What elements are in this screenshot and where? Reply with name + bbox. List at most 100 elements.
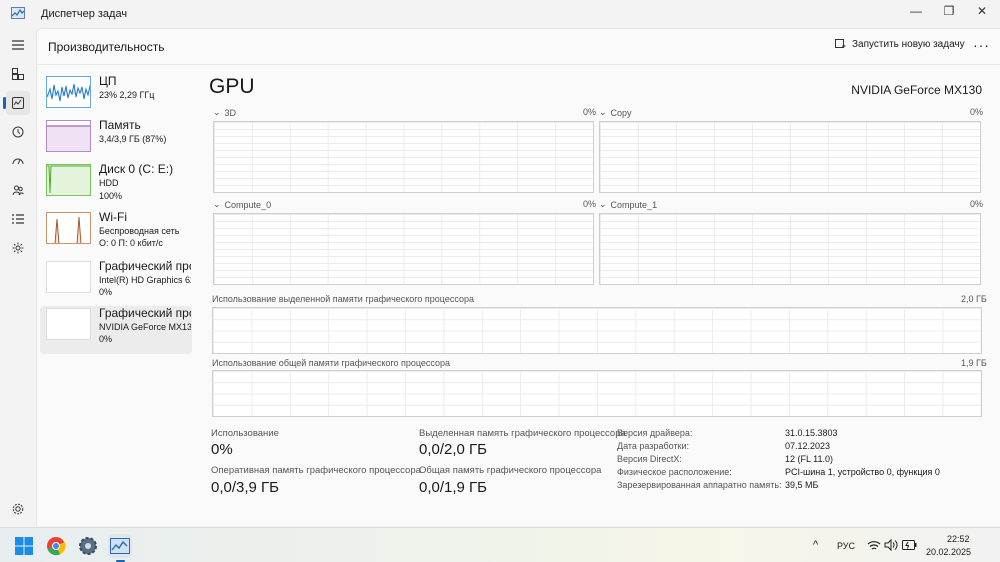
input-language[interactable]: РУС xyxy=(837,541,855,551)
resource-memory[interactable]: Память 3,4/3,9 ГБ (87%) xyxy=(40,118,192,164)
engine-label: Compute_1 xyxy=(610,199,658,210)
resource-throughput: О: 0 П: 0 кбит/с xyxy=(99,238,163,248)
engine-percent: 0% xyxy=(583,199,597,209)
services-icon[interactable] xyxy=(6,236,30,260)
resource-gpu-0[interactable]: Графический процессор 0 Intel(R) HD Grap… xyxy=(40,259,192,305)
chevron-down-icon: ⌄ xyxy=(599,199,607,209)
task-manager-taskbar-icon[interactable] xyxy=(108,534,132,562)
engine-selector-3d[interactable]: ⌄ 3D xyxy=(213,107,236,118)
engine-percent: 0% xyxy=(970,107,984,117)
engine-selector-compute1[interactable]: ⌄ Compute_1 xyxy=(599,199,657,210)
clock-date[interactable]: 20.02.2025 xyxy=(926,547,971,557)
resource-usage: 0% xyxy=(99,334,113,344)
menu-icon[interactable] xyxy=(6,33,30,57)
more-options-button[interactable]: ··· xyxy=(973,37,990,53)
resource-cpu[interactable]: ЦП 23% 2,29 ГГц xyxy=(40,74,192,120)
performance-icon[interactable] xyxy=(3,91,30,115)
resource-name: Графический процессор 0 xyxy=(99,259,191,273)
cpu-thumbnail-graph xyxy=(46,76,91,108)
close-button[interactable]: ✕ xyxy=(965,0,999,22)
windows-start-icon[interactable] xyxy=(12,534,36,558)
shared-memory-graph-label: Использование общей памяти графического … xyxy=(212,358,451,368)
usage-label: Использование xyxy=(211,428,279,439)
header-divider xyxy=(37,64,1000,65)
users-icon[interactable] xyxy=(6,178,30,202)
engine-percent: 0% xyxy=(970,199,984,209)
directx-version-label: Версия DirectX: xyxy=(617,454,682,464)
task-manager-app-icon xyxy=(11,7,25,19)
dedicated-memory-graph-label: Использование выделенной памяти графичес… xyxy=(212,294,474,304)
resource-usage: 0% xyxy=(99,287,113,297)
app-history-icon[interactable] xyxy=(6,120,30,144)
resource-name: Память xyxy=(99,118,141,132)
run-new-task-button[interactable]: Запустить новую задачу xyxy=(835,39,965,50)
resource-name: Wi-Fi xyxy=(99,210,127,224)
driver-date-value: 07.12.2023 xyxy=(785,441,831,451)
resource-gpu-1[interactable]: Графический процессор 1 NVIDIA GeForce M… xyxy=(40,306,192,354)
resource-detail: Intel(R) HD Graphics 620 xyxy=(99,275,191,285)
engine-selector-copy[interactable]: ⌄ Copy xyxy=(599,107,632,118)
chevron-down-icon: ⌄ xyxy=(213,199,221,209)
engine-percent: 0% xyxy=(583,107,597,117)
gpu1-thumbnail-graph xyxy=(46,308,91,340)
resource-disk[interactable]: Диск 0 (C: E:) HDD 100% xyxy=(40,162,192,208)
gpu-heading: GPU xyxy=(209,75,255,98)
engine-selector-compute0[interactable]: ⌄ Compute_0 xyxy=(213,199,271,210)
maximize-button[interactable]: ❐ xyxy=(932,0,966,22)
battery-icon[interactable] xyxy=(897,533,921,557)
taskbar: ^ РУС 22:52 20.02.2025 xyxy=(0,527,1000,562)
gpu-memory-value: 0,0/3,9 ГБ xyxy=(211,479,280,496)
engine-label: Copy xyxy=(610,107,632,118)
disk-thumbnail-graph xyxy=(46,164,91,196)
gpu0-thumbnail-graph xyxy=(46,261,91,293)
details-icon[interactable] xyxy=(6,207,30,231)
reserved-memory-label: Зарезервированная аппаратно память: xyxy=(617,480,782,490)
processes-icon[interactable] xyxy=(6,62,30,86)
startup-icon[interactable] xyxy=(6,149,30,173)
chrome-icon[interactable] xyxy=(44,534,68,558)
window-title: Диспетчер задач xyxy=(41,8,128,20)
engine-graph-3d xyxy=(213,121,594,193)
dedicated-memory-graph xyxy=(212,307,982,354)
minimize-button[interactable]: — xyxy=(899,0,933,22)
shared-memory-label: Общая память графического процессора xyxy=(419,465,602,476)
resource-detail: HDD xyxy=(99,178,119,188)
resource-usage: 100% xyxy=(99,191,123,201)
engine-label: 3D xyxy=(224,107,237,118)
dedicated-memory-max: 2,0 ГБ xyxy=(961,294,987,304)
run-task-icon xyxy=(835,39,846,48)
settings-gear-icon[interactable] xyxy=(76,534,100,558)
physical-location-label: Физическое расположение: xyxy=(617,467,732,477)
resource-name: Графический процессор 1 xyxy=(99,306,191,320)
tray-overflow-chevron[interactable]: ^ xyxy=(813,539,818,551)
gpu-memory-label: Оперативная память графического процессо… xyxy=(211,465,421,476)
gpu-model-name: NVIDIA GeForce MX130 xyxy=(851,83,982,97)
resource-detail: 3,4/3,9 ГБ (87%) xyxy=(99,134,167,144)
directx-version-value: 12 (FL 11.0) xyxy=(785,454,834,464)
engine-graph-compute1 xyxy=(599,213,981,285)
page-title: Производительность xyxy=(48,40,165,54)
resource-detail: Беспроводная сеть xyxy=(99,226,180,236)
dedicated-memory-value: 0,0/2,0 ГБ xyxy=(419,441,488,458)
settings-icon[interactable] xyxy=(6,497,30,521)
physical-location-value: PCI-шина 1, устройство 0, функция 0 xyxy=(785,467,940,477)
resource-wifi[interactable]: Wi-Fi Беспроводная сеть О: 0 П: 0 кбит/с xyxy=(40,210,192,256)
title-bar: Диспетчер задач — ❐ ✕ xyxy=(0,0,1000,28)
resource-detail: NVIDIA GeForce MX130 xyxy=(99,322,191,332)
chevron-down-icon: ⌄ xyxy=(213,107,221,117)
shared-memory-max: 1,9 ГБ xyxy=(961,358,987,368)
resource-name: ЦП xyxy=(99,74,117,88)
driver-version-value: 31.0.15.3803 xyxy=(785,428,838,438)
run-new-task-label: Запустить новую задачу xyxy=(852,39,965,50)
driver-version-label: Версия драйвера: xyxy=(617,428,693,438)
memory-thumbnail-graph xyxy=(46,120,91,152)
clock-time[interactable]: 22:52 xyxy=(947,534,970,544)
engine-graph-compute0 xyxy=(213,213,594,285)
reserved-memory-value: 39,5 МБ xyxy=(785,480,819,490)
shared-memory-graph xyxy=(212,370,982,417)
resource-name: Диск 0 (C: E:) xyxy=(99,162,174,176)
wifi-thumbnail-graph xyxy=(46,212,91,244)
engine-graph-copy xyxy=(599,121,981,193)
dedicated-memory-label: Выделенная память графического процессор… xyxy=(419,428,626,439)
shared-memory-value: 0,0/1,9 ГБ xyxy=(419,479,488,496)
